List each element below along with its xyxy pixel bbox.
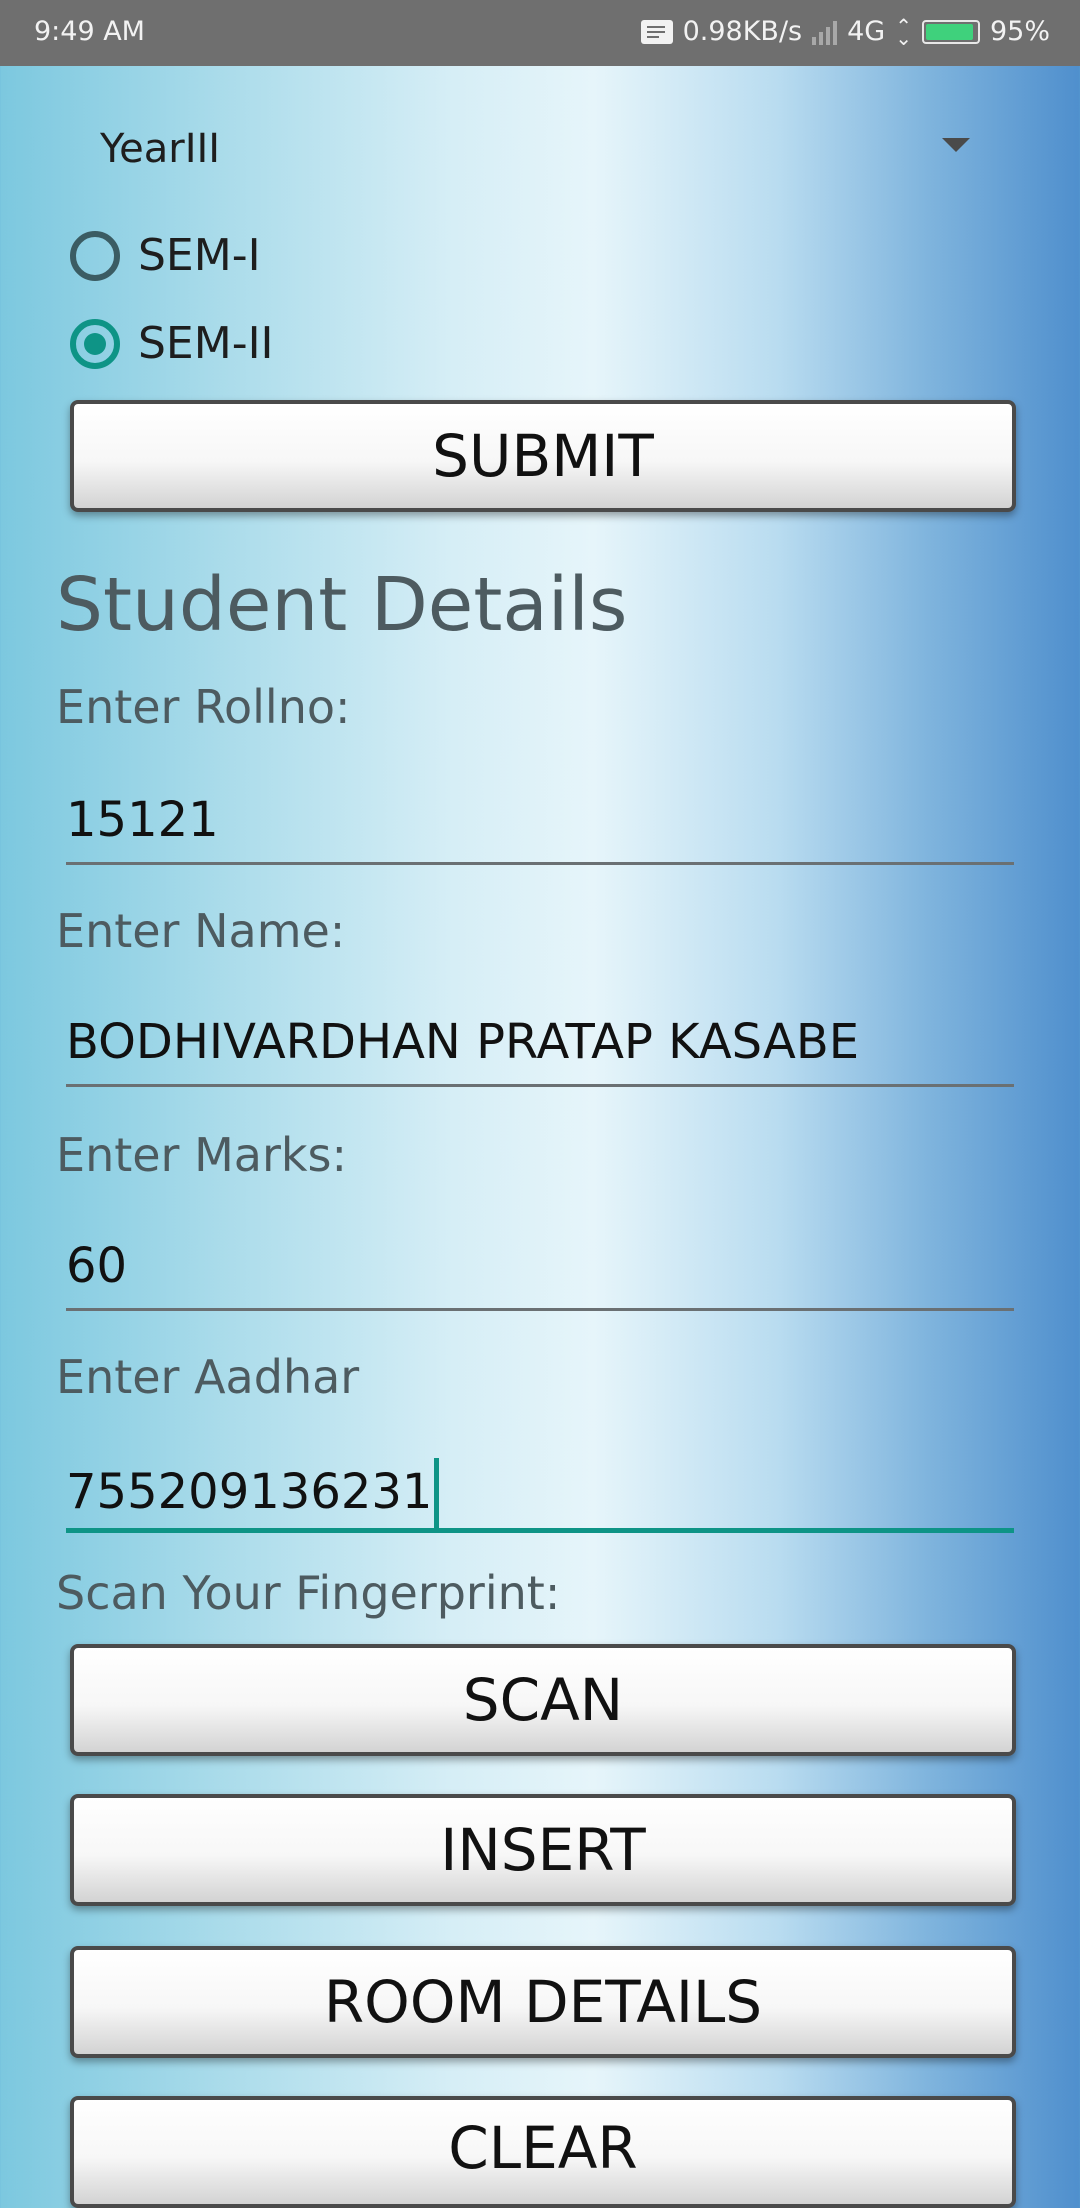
clear-button[interactable]: CLEAR: [70, 2096, 1016, 2208]
radio-checked-icon[interactable]: [70, 318, 120, 369]
scan-button[interactable]: SCAN: [70, 1644, 1016, 1756]
aadhar-value-text: 755209136231: [66, 1464, 433, 1520]
aadhar-value: 755209136231: [66, 1458, 440, 1532]
submit-button[interactable]: SUBMIT: [70, 400, 1016, 512]
rollno-field[interactable]: 15121: [66, 792, 1014, 865]
data-transfer-icon: ⌃ ⌄: [895, 13, 912, 50]
rollno-value: 15121: [66, 792, 219, 848]
battery-percent: 95%: [989, 16, 1050, 47]
aadhar-label: Enter Aadhar: [56, 1350, 360, 1404]
marks-label: Enter Marks:: [56, 1128, 347, 1182]
status-time: 9:49 AM: [34, 16, 145, 47]
insert-button[interactable]: INSERT: [70, 1794, 1016, 1906]
year-dropdown[interactable]: YearIII: [100, 120, 980, 180]
text-cursor: [434, 1458, 440, 1532]
scan-fingerprint-label: Scan Your Fingerprint:: [56, 1566, 561, 1620]
radio-sem-2[interactable]: SEM-II: [70, 318, 274, 369]
radio-sem-1[interactable]: SEM-I: [70, 230, 261, 281]
dropdown-arrow-icon: [942, 138, 970, 152]
radio-sem-2-label: SEM-II: [138, 318, 274, 369]
name-field[interactable]: BODHIVARDHAN PRATAP KASABE: [66, 1014, 1014, 1087]
status-icons: 0.98KB/s 4G ⌃ ⌄ 95%: [640, 13, 1050, 50]
marks-value: 60: [66, 1238, 128, 1294]
name-label: Enter Name:: [56, 904, 346, 958]
rollno-label: Enter Rollno:: [56, 680, 351, 734]
radio-unchecked-icon[interactable]: [70, 230, 120, 281]
aadhar-field[interactable]: 755209136231: [66, 1458, 1014, 1533]
marks-field[interactable]: 60: [66, 1238, 1014, 1311]
signal-icon: [812, 19, 838, 45]
room-details-button[interactable]: ROOM DETAILS: [70, 1946, 1016, 2058]
page-title: Student Details: [56, 562, 628, 648]
name-value: BODHIVARDHAN PRATAP KASABE: [66, 1014, 860, 1070]
message-notification-icon: [640, 19, 673, 44]
battery-icon: [921, 19, 980, 44]
status-bar: 9:49 AM 0.98KB/s 4G ⌃ ⌄ 95%: [0, 0, 1080, 66]
network-type: 4G: [847, 16, 886, 47]
net-speed: 0.98KB/s: [682, 16, 803, 47]
radio-sem-1-label: SEM-I: [138, 230, 261, 281]
year-dropdown-value: YearIII: [100, 126, 221, 172]
